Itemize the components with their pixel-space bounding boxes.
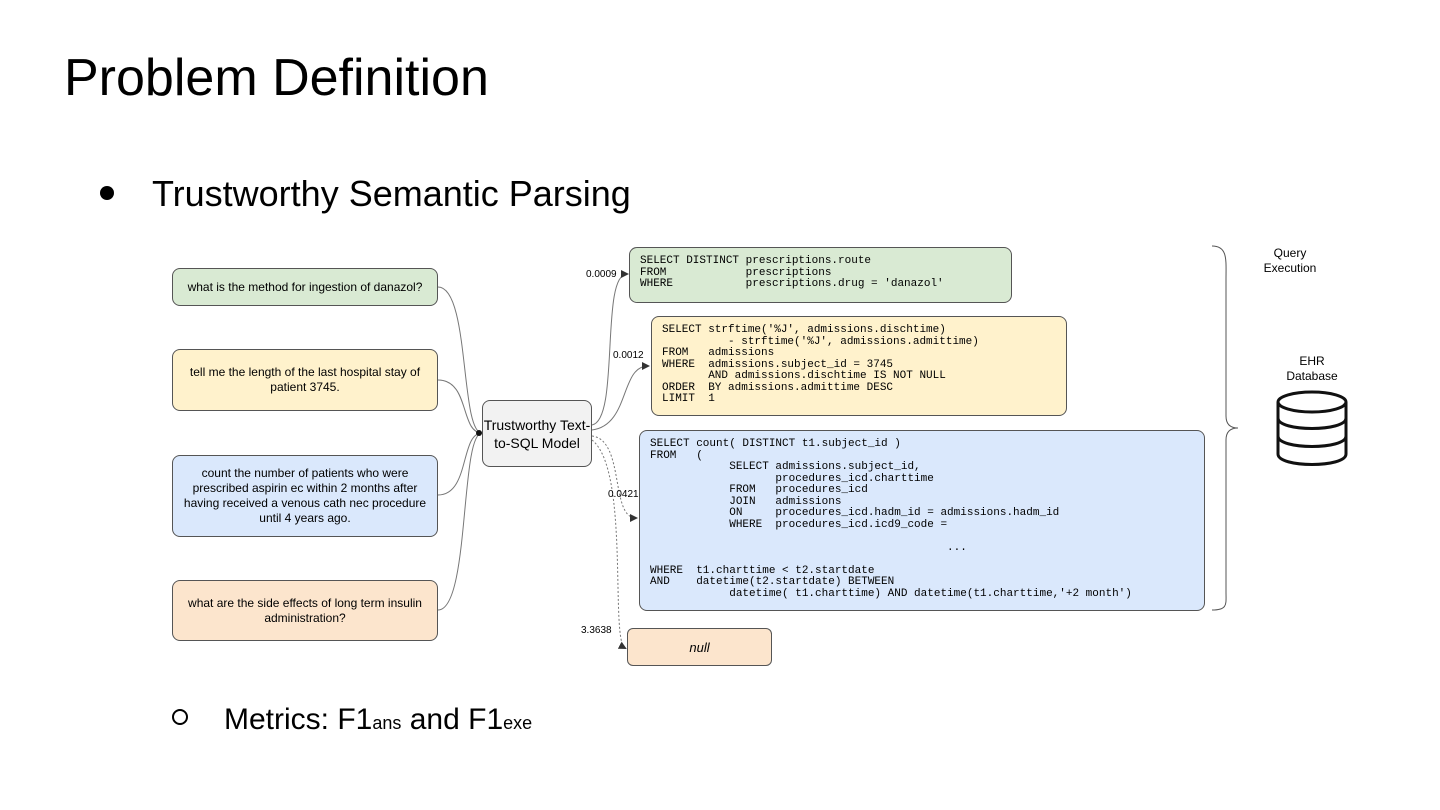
question-box-4: what are the side effects of long term i… bbox=[172, 580, 438, 641]
metrics-mid: and F1 bbox=[401, 703, 504, 736]
metrics-sub-ans: ans bbox=[372, 713, 402, 733]
null-output-box: null bbox=[627, 628, 772, 666]
model-box: Trustworthy Text-to-SQL Model bbox=[482, 400, 592, 467]
connector-out4 bbox=[591, 439, 627, 649]
metrics-item: Metrics: F1ans and F1exe bbox=[172, 700, 532, 743]
score-1: 0.0009 bbox=[586, 269, 617, 280]
connector-q4 bbox=[437, 432, 483, 611]
query-execution-label: Query Execution bbox=[1263, 246, 1317, 275]
metrics-sub-exe: exe bbox=[503, 713, 533, 733]
score-3: 0.0421 bbox=[608, 489, 639, 500]
score-4: 3.3638 bbox=[581, 625, 612, 636]
sql-box-2: SELECT strftime('%J', admissions.dischti… bbox=[651, 316, 1067, 416]
connector-out3 bbox=[591, 435, 638, 522]
sub-bullet-ring-icon bbox=[172, 709, 188, 726]
query-brace bbox=[1211, 245, 1239, 611]
connector-q2 bbox=[437, 379, 483, 434]
question-box-1: what is the method for ingestion of dana… bbox=[172, 268, 438, 306]
database-icon bbox=[1276, 390, 1348, 466]
score-2: 0.0012 bbox=[613, 350, 644, 361]
sql-box-3: SELECT count( DISTINCT t1.subject_id ) F… bbox=[639, 430, 1205, 611]
connector-q3 bbox=[437, 432, 483, 496]
question-box-3: count the number of patients who were pr… bbox=[172, 455, 438, 537]
connector-out2 bbox=[591, 362, 650, 431]
sql-box-1: SELECT DISTINCT prescriptions.route FROM… bbox=[629, 247, 1012, 303]
ehr-database-label: EHR Database bbox=[1286, 354, 1338, 383]
metrics-text: Metrics: F1 bbox=[224, 703, 373, 736]
question-box-2: tell me the length of the last hospital … bbox=[172, 349, 438, 411]
connector-q1 bbox=[437, 286, 483, 434]
